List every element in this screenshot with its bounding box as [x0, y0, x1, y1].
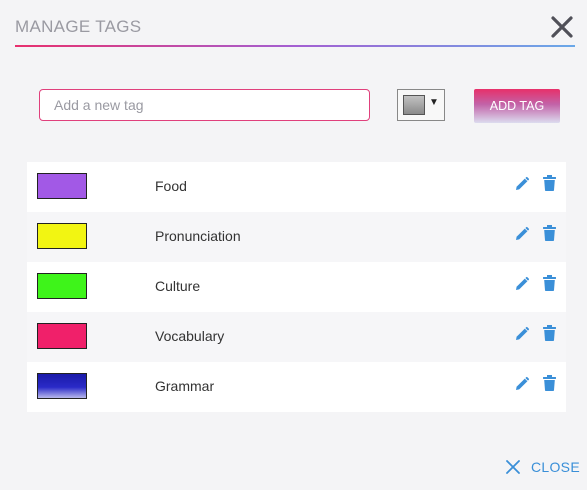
tag-row: Pronunciation	[27, 212, 566, 262]
trash-icon[interactable]	[543, 375, 556, 391]
new-tag-input[interactable]	[39, 89, 370, 121]
manage-tags-dialog: MANAGE TAGS ▼ ADD TAG Food Pronunciation C…	[0, 0, 587, 490]
pencil-icon[interactable]	[514, 376, 530, 392]
tag-color-swatch	[37, 273, 87, 299]
add-tag-button[interactable]: ADD TAG	[474, 89, 560, 123]
title-divider	[15, 45, 575, 47]
close-icon	[506, 460, 520, 474]
tag-name: Grammar	[155, 378, 215, 394]
caret-down-icon: ▼	[429, 97, 439, 108]
tag-color-picker[interactable]: ▼	[397, 89, 445, 121]
tag-color-swatch	[37, 373, 87, 399]
tag-name: Pronunciation	[155, 228, 241, 244]
dialog-title: MANAGE TAGS	[15, 17, 142, 36]
pencil-icon[interactable]	[514, 226, 530, 242]
tag-color-swatch	[37, 323, 87, 349]
trash-icon[interactable]	[543, 175, 556, 191]
trash-icon[interactable]	[543, 225, 556, 241]
trash-icon[interactable]	[543, 325, 556, 341]
tag-row: Vocabulary	[27, 312, 566, 362]
pencil-icon[interactable]	[514, 176, 530, 192]
tag-list: Food Pronunciation Culture Vocabulary Gramma…	[27, 162, 566, 412]
tag-name: Food	[155, 178, 187, 194]
tag-row: Food	[27, 162, 566, 212]
pencil-icon[interactable]	[514, 276, 530, 292]
close-label: CLOSE	[531, 459, 580, 475]
tag-color-swatch	[37, 223, 87, 249]
tag-row: Grammar	[27, 362, 566, 412]
tag-name: Culture	[155, 278, 201, 294]
tag-row: Culture	[27, 262, 566, 312]
color-swatch	[403, 95, 425, 115]
pencil-icon[interactable]	[514, 326, 530, 342]
close-icon[interactable]	[549, 14, 575, 40]
tag-name: Vocabulary	[155, 328, 225, 344]
tag-color-swatch	[37, 173, 87, 199]
trash-icon[interactable]	[543, 275, 556, 291]
close-button[interactable]: CLOSE	[505, 457, 580, 477]
